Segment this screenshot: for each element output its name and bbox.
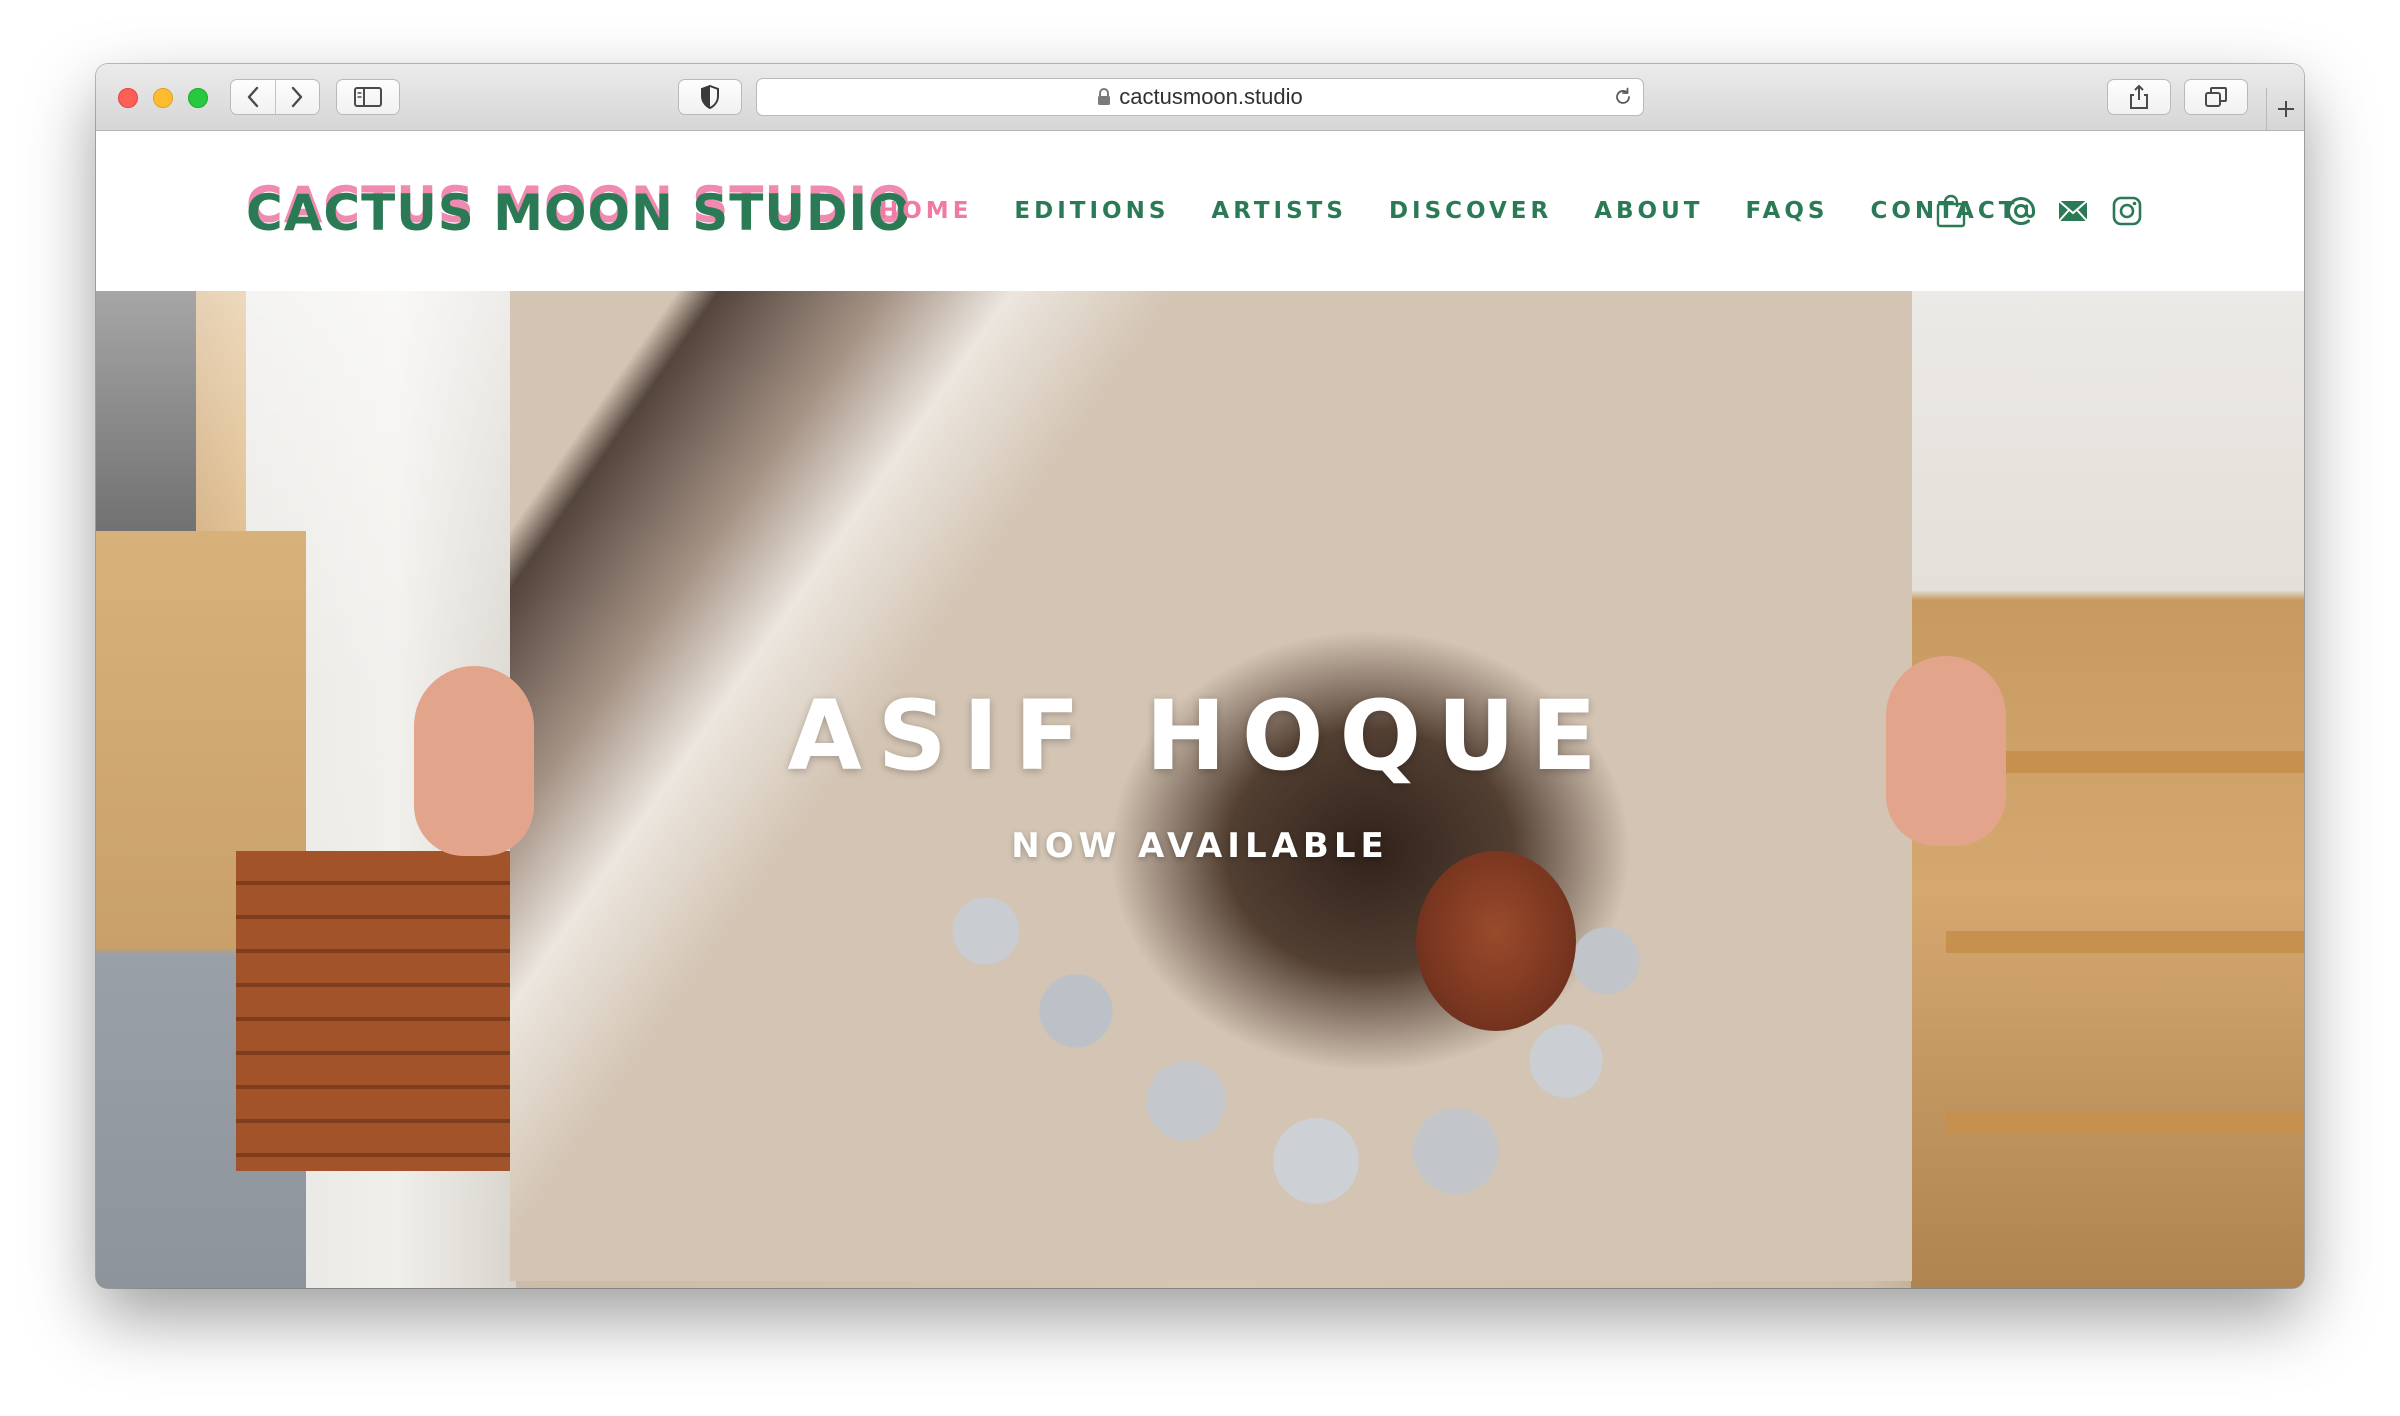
new-tab-button[interactable] — [2266, 88, 2304, 130]
shelf-image — [1946, 931, 2304, 953]
reload-button[interactable] — [1613, 87, 1633, 111]
sidebar-icon — [354, 87, 382, 107]
hero-title: ASIF HOQUE — [787, 680, 1613, 792]
nav-about[interactable]: ABOUT — [1594, 198, 1703, 224]
history-nav — [230, 79, 320, 115]
sidebar-button[interactable] — [336, 79, 400, 115]
plan-chest-image — [236, 851, 516, 1171]
close-window-button[interactable] — [118, 88, 138, 108]
privacy-report-button[interactable] — [678, 79, 742, 115]
nav-faqs[interactable]: FAQS — [1745, 198, 1828, 224]
instagram-icon — [2112, 196, 2142, 226]
nav-home[interactable]: HOME — [879, 198, 972, 224]
browser-toolbar: cactusmoon.studio — [96, 64, 2304, 131]
url-text: cactusmoon.studio — [1119, 84, 1303, 109]
nav-editions[interactable]: EDITIONS — [1014, 198, 1169, 224]
main-nav: HOME EDITIONS ARTISTS DISCOVER ABOUT FAQ… — [879, 191, 2060, 231]
tabs-icon — [2205, 87, 2227, 107]
site-header: CACTUS MOON STUDIO CACTUS MOON STUDIO HO… — [96, 131, 2304, 291]
lock-icon — [1098, 88, 1111, 105]
nav-discover[interactable]: DISCOVER — [1389, 198, 1552, 224]
show-tabs-button[interactable] — [2184, 79, 2248, 115]
mail-link[interactable] — [2058, 200, 2088, 222]
zoom-window-button[interactable] — [188, 88, 208, 108]
share-icon — [2130, 84, 2148, 109]
nav-artists[interactable]: ARTISTS — [1211, 198, 1347, 224]
plus-icon — [2278, 101, 2294, 117]
browser-window: cactusmoon.studio CACTUS MOON STUDIO CAC… — [96, 64, 2304, 1288]
shield-icon — [701, 85, 719, 109]
header-icons — [1936, 193, 2142, 229]
forward-icon — [292, 86, 303, 108]
forward-button[interactable] — [275, 80, 319, 114]
hero-subtitle[interactable]: NOW AVAILABLE — [96, 824, 2304, 868]
back-button[interactable] — [231, 80, 275, 114]
at-icon — [2007, 197, 2035, 225]
back-icon — [247, 86, 258, 108]
address-bar[interactable]: cactusmoon.studio — [756, 78, 1644, 116]
email-at-link[interactable] — [2006, 196, 2036, 226]
cart-button[interactable] — [1936, 194, 1966, 228]
minimize-window-button[interactable] — [153, 88, 173, 108]
shopping-bag-icon — [1936, 194, 1966, 228]
share-button[interactable] — [2107, 79, 2171, 115]
hero-banner[interactable]: ASIF HOQUE NOW AVAILABLE — [96, 291, 2304, 1288]
instagram-link[interactable] — [2112, 196, 2142, 226]
site-logo[interactable]: CACTUS MOON STUDIO — [246, 183, 912, 243]
artwork-face-image — [1416, 851, 1576, 1031]
reload-icon — [1616, 87, 1630, 104]
shelf-image — [1946, 1111, 2304, 1133]
mail-icon — [2058, 200, 2088, 222]
